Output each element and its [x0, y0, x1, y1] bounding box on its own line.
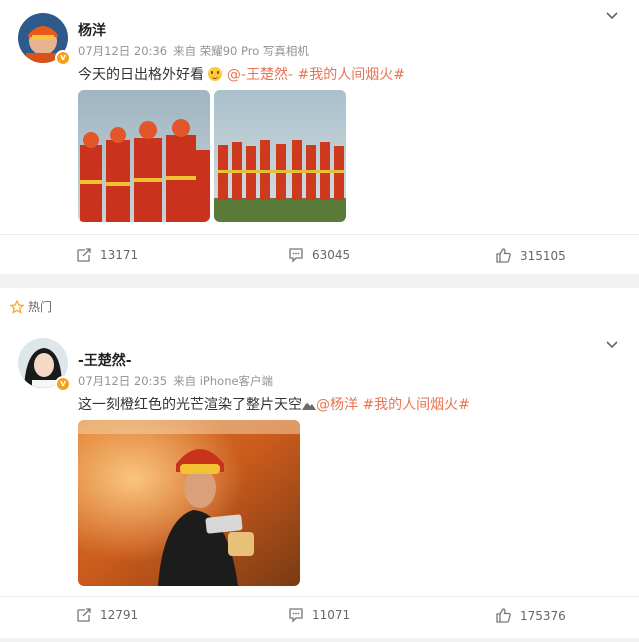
verified-badge-icon: v: [55, 376, 71, 392]
chevron-down-icon[interactable]: [602, 5, 622, 25]
chevron-down-icon[interactable]: [602, 334, 622, 354]
like-button[interactable]: 315105: [495, 247, 566, 264]
post-image[interactable]: [78, 420, 300, 586]
post-date[interactable]: 07月12日 20:35: [78, 374, 167, 388]
post-meta: 07月12日 20:36 来自 荣耀90 Pro 写真相机: [78, 43, 315, 59]
username[interactable]: -王楚然-: [78, 350, 132, 370]
divider: [0, 596, 639, 597]
comment-count: 63045: [312, 248, 351, 262]
like-count: 175376: [520, 608, 566, 623]
repost-button[interactable]: 12791: [76, 607, 138, 623]
repost-button[interactable]: 13171: [76, 247, 138, 263]
like-button[interactable]: 175376: [495, 607, 566, 624]
repost-icon: [77, 608, 91, 622]
post-text: 这一刻橙红色的光芒渲染了整片天空 @杨洋 #我的人间烟火#: [78, 394, 470, 414]
smile-emoji-icon: [208, 67, 223, 81]
like-count: 315105: [520, 248, 566, 263]
username[interactable]: 杨洋: [78, 20, 106, 40]
post-source: 来自 iPhone客户端: [173, 374, 274, 388]
post-meta: 07月12日 20:35 来自 iPhone客户端: [78, 373, 279, 389]
post-date[interactable]: 07月12日 20:36: [78, 44, 167, 58]
post-image[interactable]: [214, 90, 346, 222]
post-image[interactable]: [78, 90, 210, 222]
post-card: v 杨洋 07月12日 20:36 来自 荣耀90 Pro 写真相机 今天的日出格…: [0, 0, 639, 274]
comment-count: 11071: [312, 608, 351, 622]
post-body: 这一刻橙红色的光芒渲染了整片天空: [78, 397, 302, 413]
verified-badge-icon: v: [55, 50, 71, 66]
comment-button[interactable]: 11071: [288, 607, 350, 623]
mountain-emoji-icon: [302, 402, 316, 410]
repost-icon: [77, 248, 91, 262]
thumbs-up-icon: [496, 248, 511, 263]
comment-button[interactable]: 63045: [288, 247, 350, 263]
post-body: 今天的日出格外好看: [78, 67, 204, 83]
comment-icon: [289, 248, 303, 263]
post-source: 来自 荣耀90 Pro 写真相机: [173, 44, 309, 58]
hashtag-link[interactable]: #我的人间烟火#: [297, 67, 404, 83]
repost-count: 13171: [100, 248, 139, 262]
mention-link[interactable]: @杨洋: [316, 397, 358, 413]
post-text: 今天的日出格外好看 @-王楚然- #我的人间烟火#: [78, 64, 405, 84]
star-icon: [10, 299, 24, 314]
hot-label: 热门: [10, 298, 52, 315]
hot-text: 热门: [28, 300, 53, 314]
post-card: 热门 v -王楚然- 07月12日 20:35 来自 iPhone客户端 这一刻橙…: [0, 288, 639, 638]
divider: [0, 234, 639, 235]
mention-link[interactable]: @-王楚然-: [227, 67, 293, 83]
thumbs-up-icon: [496, 608, 511, 623]
repost-count: 12791: [100, 608, 139, 622]
hashtag-link[interactable]: #我的人间烟火#: [362, 397, 469, 413]
comment-icon: [289, 608, 303, 623]
